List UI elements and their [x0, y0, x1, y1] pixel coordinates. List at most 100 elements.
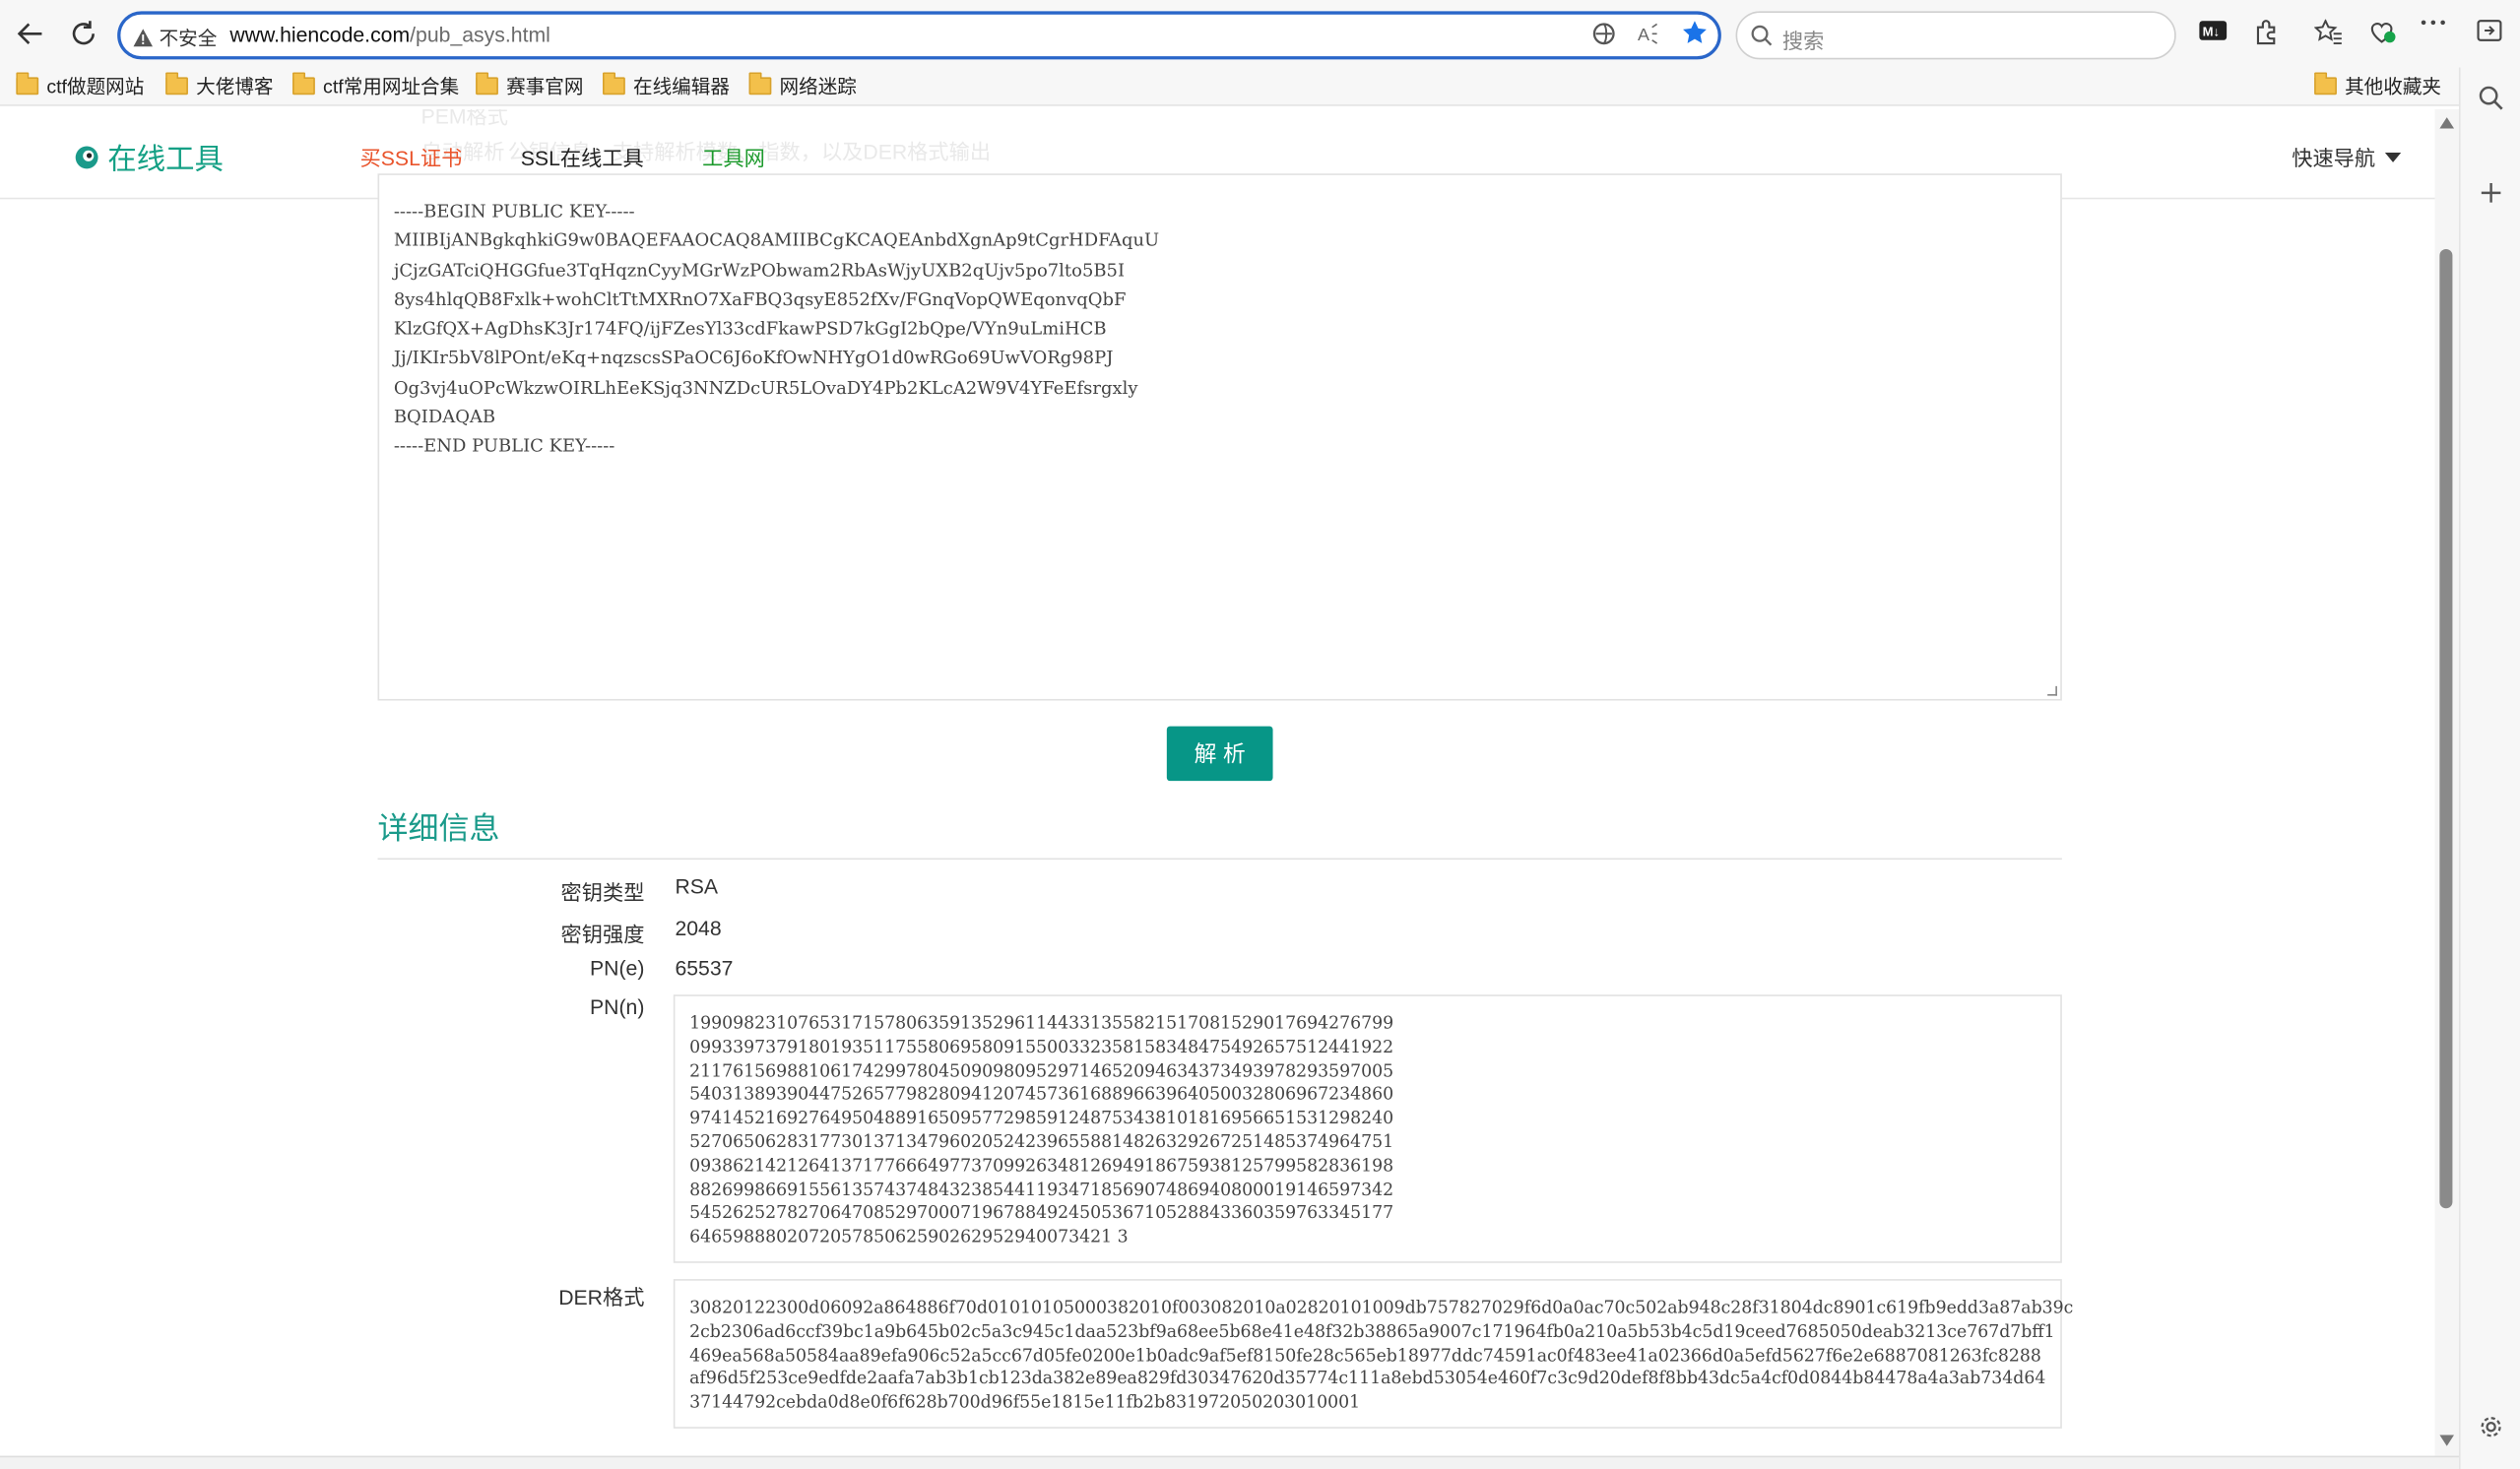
search-placeholder: 搜索 — [1781, 29, 1825, 53]
sidebar-toggle-icon[interactable] — [2477, 20, 2502, 42]
read-aloud-icon[interactable]: A — [1636, 20, 1661, 45]
ghost-text: PEM格式 — [420, 108, 508, 129]
scroll-up-icon[interactable] — [2439, 117, 2455, 129]
search-icon — [1751, 25, 1773, 46]
der-line: 469ea568a50584aa89efa906c52a5cc67d05fe02… — [689, 1345, 2041, 1366]
key-strength-label: 密钥强度 — [560, 922, 645, 947]
browser-essentials-icon[interactable] — [2369, 20, 2398, 45]
quick-nav-label: 快速导航 — [2292, 146, 2376, 170]
nav-buy-ssl[interactable]: 买SSL证书 — [360, 142, 463, 172]
modulus-line: 646598880207205785062590262952940073421 … — [689, 1228, 1129, 1247]
nav-ssl-tools[interactable]: SSL在线工具 — [521, 142, 644, 172]
pem-line: KlzGfQX+AgDhsK3Jr174FQ/ijFZesYl33cdFkawP… — [393, 318, 1107, 340]
pem-line: MIIBIjANBgkqhkiG9w0BAQEFAAOCAQ8AMIIBCgKC… — [393, 229, 1160, 252]
modulus-line: 8826998669155613574374843238544119347185… — [689, 1180, 1394, 1200]
scrollbar-thumb[interactable] — [2439, 248, 2453, 1209]
address-bar[interactable]: 不安全 www.hiencode.com/pub_asys.html A — [117, 11, 1721, 60]
folder-icon — [748, 72, 772, 96]
nav-tool-site[interactable]: 工具网 — [702, 142, 765, 172]
pem-line: BQIDAQAB — [393, 407, 496, 428]
svg-text:A: A — [1638, 24, 1649, 43]
pem-line: -----END PUBLIC KEY----- — [393, 435, 615, 458]
back-arrow-icon — [17, 23, 42, 44]
key-type-value: RSA — [675, 873, 719, 899]
details-title: 详细信息 — [377, 812, 500, 848]
modulus-line: 5452625278270647085297000719678849245053… — [689, 1203, 1394, 1224]
bookmark-item[interactable]: ctf做题网站 — [16, 72, 144, 99]
extensions-icon[interactable] — [2253, 20, 2279, 45]
security-indicator[interactable]: 不安全 — [133, 23, 217, 51]
search-icon[interactable] — [2479, 85, 2504, 110]
bottom-edge — [0, 1455, 2459, 1469]
bookmark-item[interactable]: 大佬博客 — [165, 72, 273, 99]
key-type-label: 密钥类型 — [560, 880, 645, 905]
bookmarks-bar: ctf做题网站 大佬博客 ctf常用网址合集 赛事官网 在线编辑器 网络迷踪 其… — [0, 67, 2520, 106]
url-domain: www.hiencode.com — [229, 22, 411, 47]
parse-button[interactable]: 解 析 — [1166, 726, 1273, 782]
exponent-label: PN(e) — [590, 956, 645, 981]
key-strength-value: 2048 — [675, 916, 722, 940]
page-content: PEM格式 自动解析 公钥信息，支持解析模数、指数，以及DER格式输出 在线工具… — [0, 108, 2435, 1456]
der-line: af96d5f253ce9edfde2aafa7ab3b1cb123da382e… — [689, 1370, 2046, 1389]
pem-line: Jj/IKIr5bV8lPOnt/eKq+nqzscsSPaOC6J6oKfOw… — [393, 348, 1114, 369]
der-line: 30820122300d06092a864886f70d010101050003… — [689, 1298, 2074, 1318]
logo-icon — [75, 146, 98, 169]
resize-handle[interactable] — [2047, 685, 2057, 696]
pem-line: -----BEGIN PUBLIC KEY----- — [393, 201, 635, 223]
bookmark-item[interactable]: 网络迷踪 — [748, 72, 857, 99]
favorites-icon[interactable] — [2314, 19, 2343, 45]
bookmark-item[interactable]: 赛事官网 — [476, 72, 583, 99]
settings-gear-icon[interactable] — [2479, 1414, 2504, 1439]
caret-down-icon — [2384, 152, 2402, 162]
modulus-box[interactable]: 1990982310765317157806359135296114433135… — [673, 994, 2062, 1263]
logo-text: 在线工具 — [107, 143, 224, 175]
markdown-extension-icon[interactable]: M↓ — [2199, 20, 2228, 42]
search-box[interactable]: 搜索 — [1735, 11, 2176, 60]
security-label: 不安全 — [159, 26, 218, 49]
modulus-line: 5403138939044752657798280941207457361688… — [689, 1085, 1394, 1105]
more-options-icon[interactable] — [2421, 20, 2446, 27]
folder-icon — [16, 72, 39, 96]
quick-nav-dropdown[interactable]: 快速导航 — [2292, 142, 2402, 172]
modulus-line: 0993397379180193511755806958091550033235… — [689, 1037, 1394, 1057]
url-text[interactable]: www.hiencode.com/pub_asys.html — [229, 23, 549, 46]
modulus-line: 9741452169276495048891650957729859124875… — [689, 1109, 1394, 1128]
modulus-line: 2117615698810617429978045090980952971465… — [689, 1061, 1394, 1081]
other-bookmarks[interactable]: 其他收藏夹 — [2314, 72, 2441, 99]
site-logo[interactable]: 在线工具 — [72, 137, 224, 178]
exponent-value: 65537 — [675, 956, 734, 981]
public-key-textarea[interactable]: -----BEGIN PUBLIC KEY----- MIIBIjANBgkqh… — [377, 173, 2062, 701]
add-icon[interactable] — [2480, 181, 2502, 204]
favorite-star-icon[interactable] — [1681, 20, 1709, 47]
pem-line: 8ys4hlqQB8Fxlk+wohCltTtMXRnO7XaFBQ3qsyE8… — [393, 288, 1127, 310]
browser-side-panel — [2458, 67, 2520, 1469]
reload-icon — [72, 21, 95, 45]
folder-icon — [292, 72, 315, 96]
folder-icon — [603, 72, 625, 96]
modulus-line: 0938621421264137177666497737099263481269… — [689, 1156, 1394, 1177]
pem-line: Og3vj4uOPcWkzwOIRLhEeKSjq3NNZDcUR5LOvaDY… — [393, 377, 1138, 399]
address-bar-actions: A — [1591, 20, 1709, 47]
modulus-label: PN(n) — [590, 994, 645, 1019]
modulus-line: 1990982310765317157806359135296114433135… — [689, 1013, 1394, 1034]
folder-icon — [2314, 72, 2337, 96]
modulus-line: 5270650628317730137134796020524239655881… — [689, 1132, 1394, 1153]
back-button[interactable] — [10, 13, 51, 54]
translate-icon[interactable] — [1591, 20, 1617, 45]
folder-icon — [476, 72, 498, 96]
der-label: DER格式 — [558, 1285, 645, 1310]
divider — [377, 858, 2062, 861]
bookmark-item[interactable]: ctf常用网址合集 — [292, 72, 459, 99]
reload-button[interactable] — [63, 13, 104, 54]
der-box[interactable]: 30820122300d06092a864886f70d010101050003… — [673, 1279, 2074, 1429]
der-line: 2cb2306ad6ccf39bc1a9b645b02c5a3c945c1daa… — [689, 1321, 2055, 1342]
bookmark-item[interactable]: 在线编辑器 — [603, 72, 730, 99]
der-line: 37144792cebda0d8e0f6f628b700d96f55e1815e… — [689, 1393, 1361, 1413]
svg-text:M↓: M↓ — [2203, 25, 2220, 39]
pem-line: jCjzGATciQHGGfue3TqHqznCyyMGrWzPObwam2Rb… — [393, 259, 1126, 281]
warning-icon — [133, 28, 154, 46]
folder-icon — [165, 72, 188, 96]
browser-window: 不安全 www.hiencode.com/pub_asys.html A 搜索 … — [0, 0, 2520, 1469]
scroll-down-icon[interactable] — [2439, 1435, 2455, 1446]
browser-toolbar: 不安全 www.hiencode.com/pub_asys.html A 搜索 … — [0, 0, 2520, 68]
